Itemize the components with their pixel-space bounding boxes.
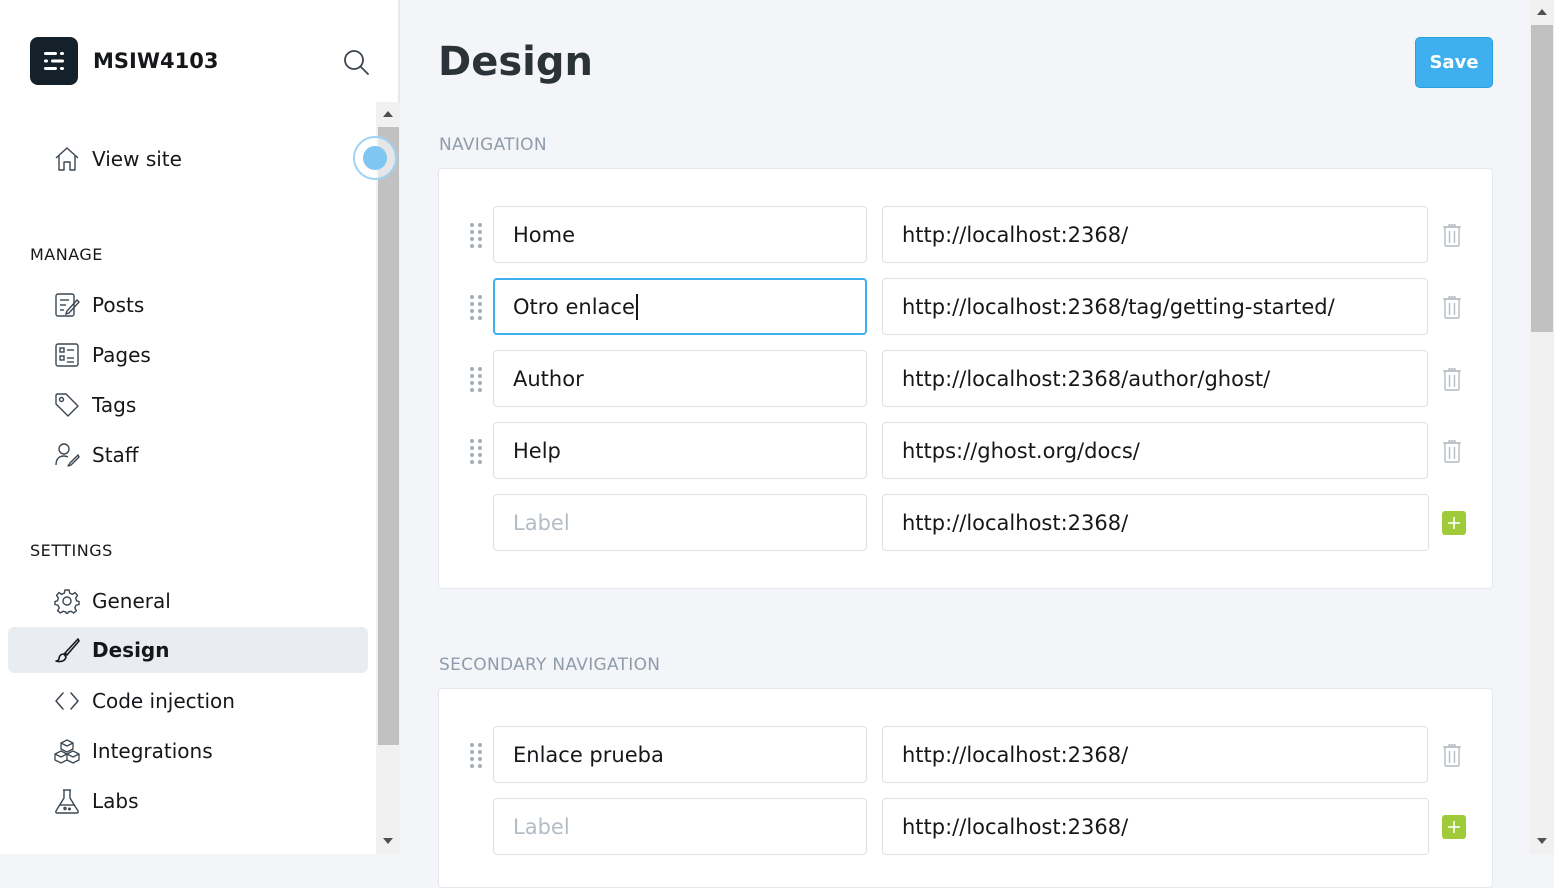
sidebar-item-code-injection[interactable]: Code injection: [8, 678, 368, 724]
trash-icon[interactable]: [1442, 367, 1462, 391]
trash-icon[interactable]: [1442, 743, 1462, 767]
nav-label-value: Help: [513, 438, 561, 463]
nav-url-input[interactable]: http://localhost:2368/author/ghost/: [882, 350, 1428, 407]
nav-item-row: Author http://localhost:2368/author/ghos…: [439, 350, 1492, 407]
new-nav-label-placeholder: Label: [513, 510, 570, 535]
sidebar-item-labs[interactable]: Labs: [8, 778, 368, 824]
secondary-nav-url-input[interactable]: http://localhost:2368/: [882, 726, 1428, 783]
save-button[interactable]: Save: [1415, 37, 1493, 88]
nav-label-input[interactable]: Otro enlace: [493, 278, 867, 335]
search-icon[interactable]: [342, 48, 370, 76]
new-secondary-nav-label-input[interactable]: Label: [493, 798, 867, 855]
add-icon[interactable]: [1442, 511, 1466, 535]
flask-icon: [54, 788, 80, 814]
main-scroll-down-arrow[interactable]: [1537, 838, 1547, 844]
sidebar-item-posts[interactable]: Posts: [8, 282, 368, 328]
sidebar-scroll-down-arrow[interactable]: [383, 838, 393, 844]
site-name: MSIW4103: [93, 49, 219, 73]
sidebar-item-label: Integrations: [92, 739, 213, 763]
sidebar-item-tags[interactable]: Tags: [8, 382, 368, 428]
brush-icon: [54, 637, 80, 663]
new-nav-url-input[interactable]: http://localhost:2368/: [882, 494, 1429, 551]
nav-url-input[interactable]: http://localhost:2368/: [882, 206, 1428, 263]
new-secondary-nav-url-value: http://localhost:2368/: [902, 814, 1129, 839]
gear-icon: [54, 588, 80, 615]
nav-new-item-row: Label http://localhost:2368/: [439, 494, 1492, 551]
sidebar-item-label: Labs: [92, 789, 139, 813]
navigation-card: Home http://localhost:2368/ Otro enlace …: [438, 168, 1493, 589]
sidebar-item-design[interactable]: Design: [8, 627, 368, 673]
settings-heading: SETTINGS: [30, 541, 113, 560]
posts-icon: [54, 292, 80, 318]
sidebar-item-view-site[interactable]: View site: [8, 136, 368, 182]
nav-item-row: Home http://localhost:2368/: [439, 206, 1492, 263]
sidebar-item-staff[interactable]: Staff: [8, 432, 368, 478]
nav-label-value: Author: [513, 366, 584, 391]
secondary-nav-url-value: http://localhost:2368/: [902, 742, 1129, 767]
new-secondary-nav-url-input[interactable]: http://localhost:2368/: [882, 798, 1429, 855]
sidebar-item-label: Design: [92, 638, 170, 662]
nav-label-value: Home: [513, 222, 576, 247]
staff-icon: [54, 442, 80, 468]
sidebar-item-label: Tags: [92, 393, 137, 417]
nav-item-row: Otro enlace http://localhost:2368/tag/ge…: [439, 278, 1492, 335]
nav-url-value: https://ghost.org/docs/: [902, 438, 1140, 463]
nav-label-value: Otro enlace: [513, 294, 635, 319]
sidebar-scroll-up-arrow[interactable]: [383, 111, 393, 117]
nav-label-input[interactable]: Author: [493, 350, 867, 407]
drag-handle-icon[interactable]: [469, 742, 483, 768]
new-secondary-nav-label-placeholder: Label: [513, 814, 570, 839]
secondary-nav-item-row: Enlace prueba http://localhost:2368/: [439, 726, 1492, 783]
drag-handle-icon[interactable]: [469, 294, 483, 320]
manage-heading: MANAGE: [30, 245, 103, 264]
pages-icon: [54, 342, 80, 368]
nav-label-input[interactable]: Help: [493, 422, 867, 479]
sidebar-item-general[interactable]: General: [8, 578, 368, 624]
sidebar: MSIW4103 View site MANAGE Posts Pages Ta…: [0, 0, 400, 854]
nav-url-input[interactable]: http://localhost:2368/tag/getting-starte…: [882, 278, 1428, 335]
secondary-nav-label-input[interactable]: Enlace prueba: [493, 726, 867, 783]
site-logo: [30, 37, 78, 85]
secondary-navigation-heading: SECONDARY NAVIGATION: [439, 655, 661, 675]
nav-url-value: http://localhost:2368/author/ghost/: [902, 366, 1271, 391]
secondary-nav-new-item-row: Label http://localhost:2368/: [439, 798, 1492, 855]
page-title: Design: [438, 39, 593, 85]
secondary-navigation-card: Enlace prueba http://localhost:2368/ Lab…: [438, 688, 1493, 888]
sidebar-item-label: Pages: [92, 343, 151, 367]
nav-label-input[interactable]: Home: [493, 206, 867, 263]
integrations-icon: [54, 738, 80, 764]
drag-handle-icon[interactable]: [469, 438, 483, 464]
nav-url-input[interactable]: https://ghost.org/docs/: [882, 422, 1428, 479]
nav-item-row: Help https://ghost.org/docs/: [439, 422, 1492, 479]
code-icon: [54, 688, 80, 714]
trash-icon[interactable]: [1442, 439, 1462, 463]
sidebar-item-label: Code injection: [92, 689, 235, 713]
pointer-cursor-indicator: [353, 136, 397, 180]
trash-icon[interactable]: [1442, 223, 1462, 247]
site-brand[interactable]: MSIW4103: [30, 37, 218, 85]
new-nav-url-value: http://localhost:2368/: [902, 510, 1129, 535]
tag-icon: [54, 392, 80, 418]
text-caret: [635, 293, 638, 320]
nav-url-value: http://localhost:2368/tag/getting-starte…: [902, 294, 1335, 319]
secondary-nav-label-value: Enlace prueba: [513, 742, 664, 767]
drag-handle-icon[interactable]: [469, 222, 483, 248]
sidebar-item-label: View site: [92, 147, 182, 171]
new-nav-label-input[interactable]: Label: [493, 494, 867, 551]
home-icon: [54, 146, 80, 172]
sidebar-item-label: Posts: [92, 293, 145, 317]
navigation-heading: NAVIGATION: [439, 135, 547, 155]
main-scrollbar-thumb[interactable]: [1531, 25, 1553, 332]
main-scroll-up-arrow[interactable]: [1537, 9, 1547, 15]
nav-url-value: http://localhost:2368/: [902, 222, 1129, 247]
sidebar-item-label: Staff: [92, 443, 139, 467]
trash-icon[interactable]: [1442, 295, 1462, 319]
sidebar-item-label: General: [92, 589, 171, 613]
sidebar-item-integrations[interactable]: Integrations: [8, 728, 368, 774]
sidebar-item-pages[interactable]: Pages: [8, 332, 368, 378]
add-icon[interactable]: [1442, 815, 1466, 839]
drag-handle-icon[interactable]: [469, 366, 483, 392]
sidebar-scrollbar-thumb[interactable]: [378, 127, 399, 745]
